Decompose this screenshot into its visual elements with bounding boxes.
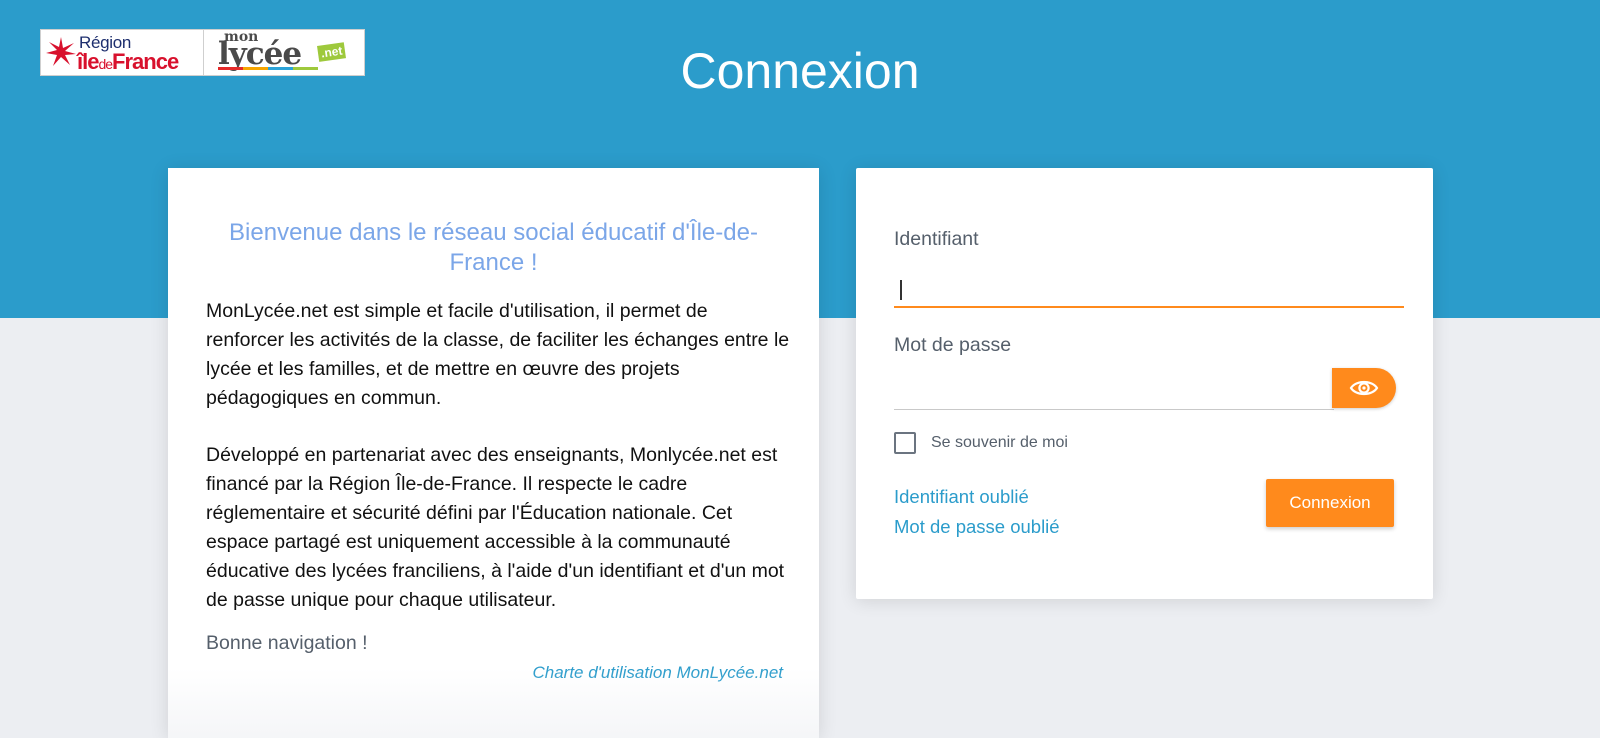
username-input[interactable] <box>894 272 1404 308</box>
card-fade <box>168 668 819 738</box>
forgot-username-link[interactable]: Identifiant oublié <box>894 486 1029 508</box>
welcome-paragraph-1: MonLycée.net est simple et facile d'util… <box>206 300 790 409</box>
welcome-closing: Bonne navigation ! <box>206 632 368 654</box>
password-label: Mot de passe <box>894 334 1012 356</box>
username-label: Identifiant <box>894 228 979 250</box>
connect-button[interactable]: Connexion <box>1266 479 1394 527</box>
remember-me-label[interactable]: Se souvenir de moi <box>931 434 1068 452</box>
show-password-button[interactable] <box>1332 368 1396 408</box>
remember-me-checkbox[interactable] <box>894 432 916 454</box>
password-input[interactable] <box>894 374 1334 410</box>
remember-me-row: Se souvenir de moi <box>894 432 1068 454</box>
eye-icon <box>1349 380 1379 396</box>
text-caret <box>900 280 902 300</box>
login-card: Identifiant Mot de passe Se souvenir de … <box>856 168 1433 599</box>
welcome-title: Bienvenue dans le réseau social éducatif… <box>229 219 758 276</box>
welcome-card: Bienvenue dans le réseau social éducatif… <box>168 168 819 738</box>
forgot-password-link[interactable]: Mot de passe oublié <box>894 516 1060 538</box>
page-title: Connexion <box>680 43 920 99</box>
welcome-paragraph-2: Développé en partenariat avec des enseig… <box>206 444 785 611</box>
